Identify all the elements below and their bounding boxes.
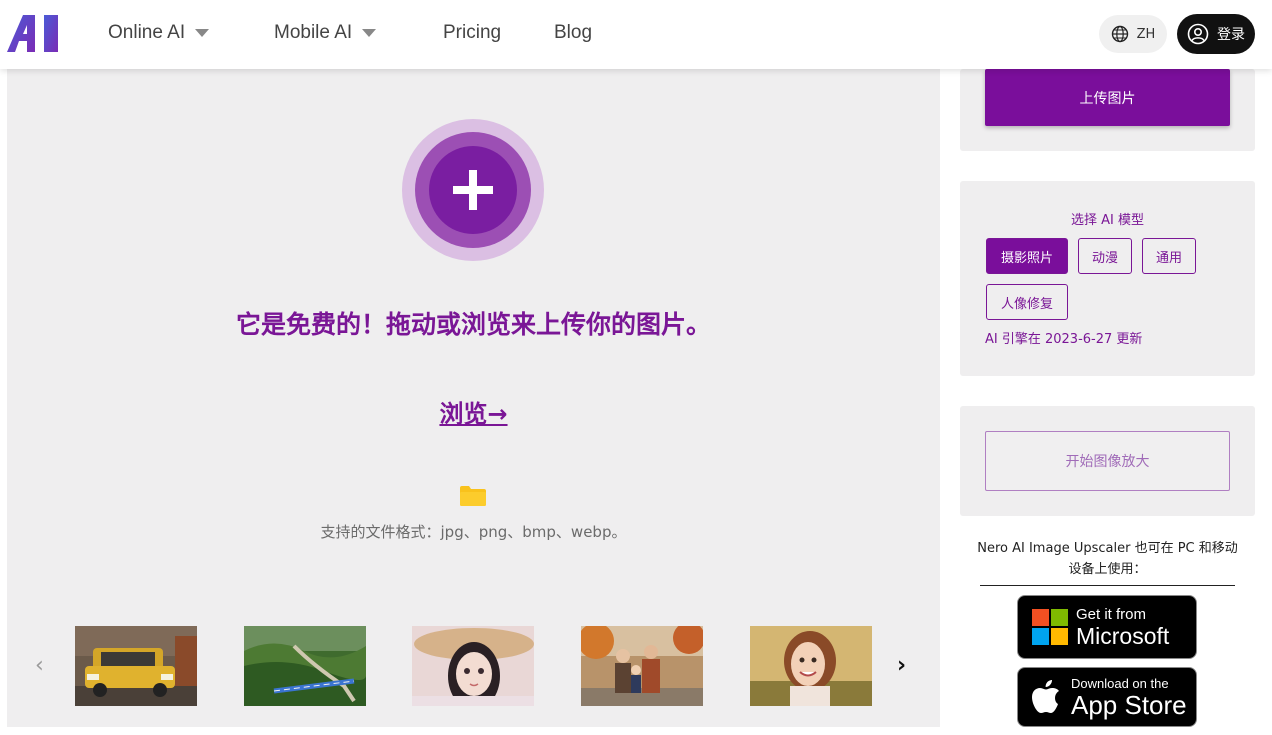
model-photo-button[interactable]: 摄影照片 [986, 238, 1068, 274]
apple-logo-icon [1032, 680, 1059, 713]
microsoft-store-badge[interactable]: Get it from Microsoft [1017, 595, 1197, 659]
nav-blog[interactable]: Blog [554, 22, 592, 44]
app-store-badge[interactable]: Download on the App Store [1017, 667, 1197, 727]
supported-formats: 支持的文件格式：jpg、png、bmp、webp。 [320, 523, 627, 541]
microsoft-badge-line2: Microsoft [1076, 622, 1170, 649]
folder-icon [460, 486, 486, 506]
start-upscale-button[interactable]: 开始图像放大 [985, 431, 1230, 491]
sample-thumbnail[interactable] [244, 626, 366, 706]
engine-update-note: AI 引擎在 2023-6-27 更新 [985, 332, 1143, 347]
availability-text: Nero AI Image Upscaler 也可在 PC 和移动设备上使用： [977, 541, 1238, 577]
nav-mobile-ai-label: Mobile AI [274, 22, 353, 43]
model-anime-button[interactable]: 动漫 [1078, 238, 1132, 274]
nav-pricing[interactable]: Pricing [443, 22, 501, 44]
language-label: ZH [1136, 26, 1156, 42]
nav-online-ai-label: Online AI [108, 22, 186, 43]
model-select-card: 选择 AI 模型 摄影照片 动漫 通用 人像修复 AI 引擎在 2023-6-2… [960, 181, 1255, 376]
start-upscale-card: 开始图像放大 [960, 406, 1255, 516]
login-label: 登录 [1217, 27, 1245, 43]
model-general-button[interactable]: 通用 [1142, 238, 1196, 274]
appstore-badge-line2: App Store [1071, 689, 1187, 720]
top-header: Online AI Mobile AI Pricing Blog ZH 登录 [0, 0, 1272, 69]
sample-thumbnail[interactable] [750, 626, 872, 706]
plus-icon [453, 170, 493, 210]
appstore-badge-line1: Download on the [1071, 675, 1169, 691]
sample-thumbnail[interactable] [581, 626, 703, 706]
nav-blog-label: Blog [554, 22, 593, 43]
user-icon [1187, 23, 1209, 45]
nav-pricing-label: Pricing [443, 22, 502, 43]
divider [980, 585, 1235, 586]
model-portrait-button[interactable]: 人像修复 [986, 284, 1068, 320]
chevron-left-icon[interactable]: ‹ [35, 653, 44, 678]
upload-card: 上传图片 [960, 69, 1255, 151]
chevron-down-icon [195, 29, 210, 37]
login-button[interactable]: 登录 [1177, 14, 1255, 54]
chevron-right-icon[interactable]: › [897, 653, 906, 678]
sample-thumbnail[interactable] [75, 626, 197, 706]
nav-online-ai[interactable]: Online AI [108, 22, 210, 44]
upload-dropzone[interactable]: 它是免费的！拖动或浏览来上传你的图片。 浏览→ 支持的文件格式：jpg、png、… [7, 69, 940, 727]
nav-mobile-ai[interactable]: Mobile AI [274, 22, 377, 44]
upload-heading: 它是免费的！拖动或浏览来上传你的图片。 [235, 310, 711, 339]
browse-link[interactable]: 浏览→ [7, 394, 940, 429]
site-logo[interactable] [7, 15, 59, 52]
upload-image-button[interactable]: 上传图片 [985, 69, 1230, 126]
microsoft-logo-icon [1032, 609, 1068, 645]
globe-icon [1111, 25, 1128, 43]
model-select-title: 选择 AI 模型 [1071, 213, 1144, 228]
sample-thumbnail[interactable] [412, 626, 534, 706]
microsoft-badge-line1: Get it from [1076, 605, 1147, 623]
upload-plus-button[interactable] [402, 119, 544, 261]
language-switcher[interactable]: ZH [1099, 15, 1167, 53]
chevron-down-icon [362, 29, 377, 37]
